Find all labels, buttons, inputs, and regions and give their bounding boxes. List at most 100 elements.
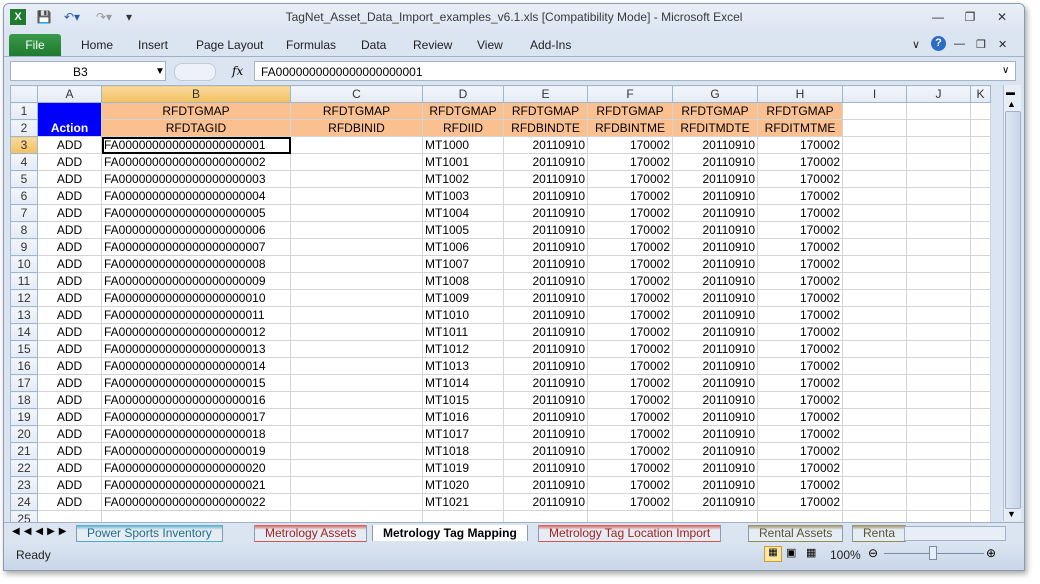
cell[interactable] xyxy=(290,408,423,426)
cell[interactable]: 20110910 xyxy=(503,272,588,290)
row-header[interactable]: 4 xyxy=(10,153,38,171)
row-header[interactable]: 23 xyxy=(10,476,38,494)
row-header[interactable]: 10 xyxy=(10,255,38,273)
cell[interactable]: 20110910 xyxy=(672,136,758,154)
tab-view[interactable]: View xyxy=(477,38,503,52)
cell[interactable]: ADD xyxy=(37,323,102,341)
column-header[interactable]: B xyxy=(101,85,291,103)
cell[interactable]: 20110910 xyxy=(503,238,588,256)
cell[interactable] xyxy=(290,374,423,392)
row-header[interactable]: 1 xyxy=(10,102,38,120)
empty-cell[interactable] xyxy=(906,272,971,290)
column-header[interactable]: K xyxy=(970,85,991,103)
cell[interactable]: ADD xyxy=(37,153,102,171)
cell[interactable]: 20110910 xyxy=(672,170,758,188)
name-box[interactable]: B3 ▼ xyxy=(10,61,166,81)
cell[interactable]: FA0000000000000000000020 xyxy=(101,459,291,477)
cell[interactable]: 170002 xyxy=(757,306,843,324)
cell[interactable] xyxy=(290,170,423,188)
cell[interactable]: 170002 xyxy=(757,238,843,256)
cell[interactable]: 20110910 xyxy=(503,289,588,307)
cell[interactable]: 170002 xyxy=(587,323,673,341)
row-header[interactable]: 21 xyxy=(10,442,38,460)
empty-cell[interactable] xyxy=(842,374,907,392)
row-header[interactable]: 9 xyxy=(10,238,38,256)
cell[interactable]: FA0000000000000000000019 xyxy=(101,442,291,460)
empty-cell[interactable] xyxy=(970,459,991,477)
row-header[interactable]: 15 xyxy=(10,340,38,358)
cell[interactable]: 20110910 xyxy=(672,323,758,341)
minimize-icon[interactable]: — xyxy=(928,10,948,24)
header-cell[interactable]: RFDBINDTE xyxy=(503,119,588,137)
header-cell[interactable]: RFDITMTME xyxy=(757,119,843,137)
empty-cell[interactable] xyxy=(842,476,907,494)
cell[interactable] xyxy=(290,442,423,460)
cell[interactable]: 20110910 xyxy=(672,476,758,494)
empty-cell[interactable] xyxy=(906,102,971,120)
cell[interactable]: FA0000000000000000000022 xyxy=(101,493,291,511)
cell[interactable] xyxy=(290,187,423,205)
cell[interactable]: 170002 xyxy=(587,425,673,443)
cell[interactable]: 20110910 xyxy=(672,391,758,409)
cell[interactable]: 20110910 xyxy=(503,187,588,205)
cell[interactable]: FA0000000000000000000007 xyxy=(101,238,291,256)
empty-cell[interactable] xyxy=(842,442,907,460)
cell[interactable]: 170002 xyxy=(757,170,843,188)
cell[interactable]: FA0000000000000000000002 xyxy=(101,153,291,171)
row-header[interactable]: 22 xyxy=(10,459,38,477)
cell[interactable]: ADD xyxy=(37,459,102,477)
tab-data[interactable]: Data xyxy=(361,38,386,52)
empty-cell[interactable] xyxy=(842,119,907,137)
tab-home[interactable]: Home xyxy=(81,38,113,52)
cell[interactable]: MT1008 xyxy=(422,272,504,290)
empty-cell[interactable] xyxy=(970,374,991,392)
empty-cell[interactable] xyxy=(906,289,971,307)
empty-cell[interactable] xyxy=(906,306,971,324)
cell[interactable]: 20110910 xyxy=(503,306,588,324)
cell[interactable]: 20110910 xyxy=(503,408,588,426)
cell[interactable]: FA0000000000000000000015 xyxy=(101,374,291,392)
cell[interactable] xyxy=(290,153,423,171)
cell[interactable]: 20110910 xyxy=(672,221,758,239)
cell[interactable]: 20110910 xyxy=(672,153,758,171)
vertical-scrollbar[interactable]: ▬ ▲ ▼ xyxy=(1003,85,1021,521)
empty-cell[interactable] xyxy=(970,425,991,443)
ribbon-collapse-icon[interactable]: ∨ xyxy=(912,38,920,51)
cell[interactable]: MT1001 xyxy=(422,153,504,171)
empty-cell[interactable] xyxy=(842,221,907,239)
workbook-restore-icon[interactable]: ❐ xyxy=(976,38,986,51)
cell[interactable]: 20110910 xyxy=(503,136,588,154)
cell[interactable]: 170002 xyxy=(757,289,843,307)
vertical-scroll-thumb[interactable] xyxy=(1005,111,1021,509)
cell[interactable]: MT1009 xyxy=(422,289,504,307)
cell[interactable]: ADD xyxy=(37,255,102,273)
empty-cell[interactable] xyxy=(906,170,971,188)
cell[interactable]: 170002 xyxy=(587,357,673,375)
cell[interactable]: 170002 xyxy=(587,289,673,307)
empty-cell[interactable] xyxy=(970,119,991,137)
empty-cell[interactable] xyxy=(842,459,907,477)
cell[interactable]: FA0000000000000000000009 xyxy=(101,272,291,290)
cell[interactable]: FA0000000000000000000018 xyxy=(101,425,291,443)
empty-cell[interactable] xyxy=(970,204,991,222)
empty-cell[interactable] xyxy=(970,357,991,375)
empty-cell[interactable] xyxy=(970,289,991,307)
cell[interactable]: 170002 xyxy=(757,255,843,273)
cell[interactable]: ADD xyxy=(37,408,102,426)
column-header[interactable]: H xyxy=(757,85,843,103)
cell[interactable]: FA0000000000000000000010 xyxy=(101,289,291,307)
cell[interactable] xyxy=(290,476,423,494)
row-header[interactable]: 6 xyxy=(10,187,38,205)
cell[interactable]: FA0000000000000000000017 xyxy=(101,408,291,426)
empty-cell[interactable] xyxy=(842,102,907,120)
cell[interactable]: 20110910 xyxy=(503,221,588,239)
cell[interactable]: 20110910 xyxy=(672,255,758,273)
cell[interactable]: ADD xyxy=(37,476,102,494)
cell[interactable] xyxy=(290,221,423,239)
cell[interactable] xyxy=(290,306,423,324)
empty-cell[interactable] xyxy=(842,391,907,409)
empty-cell[interactable] xyxy=(906,255,971,273)
cell[interactable] xyxy=(290,204,423,222)
empty-cell[interactable] xyxy=(970,136,991,154)
cell[interactable]: ADD xyxy=(37,340,102,358)
